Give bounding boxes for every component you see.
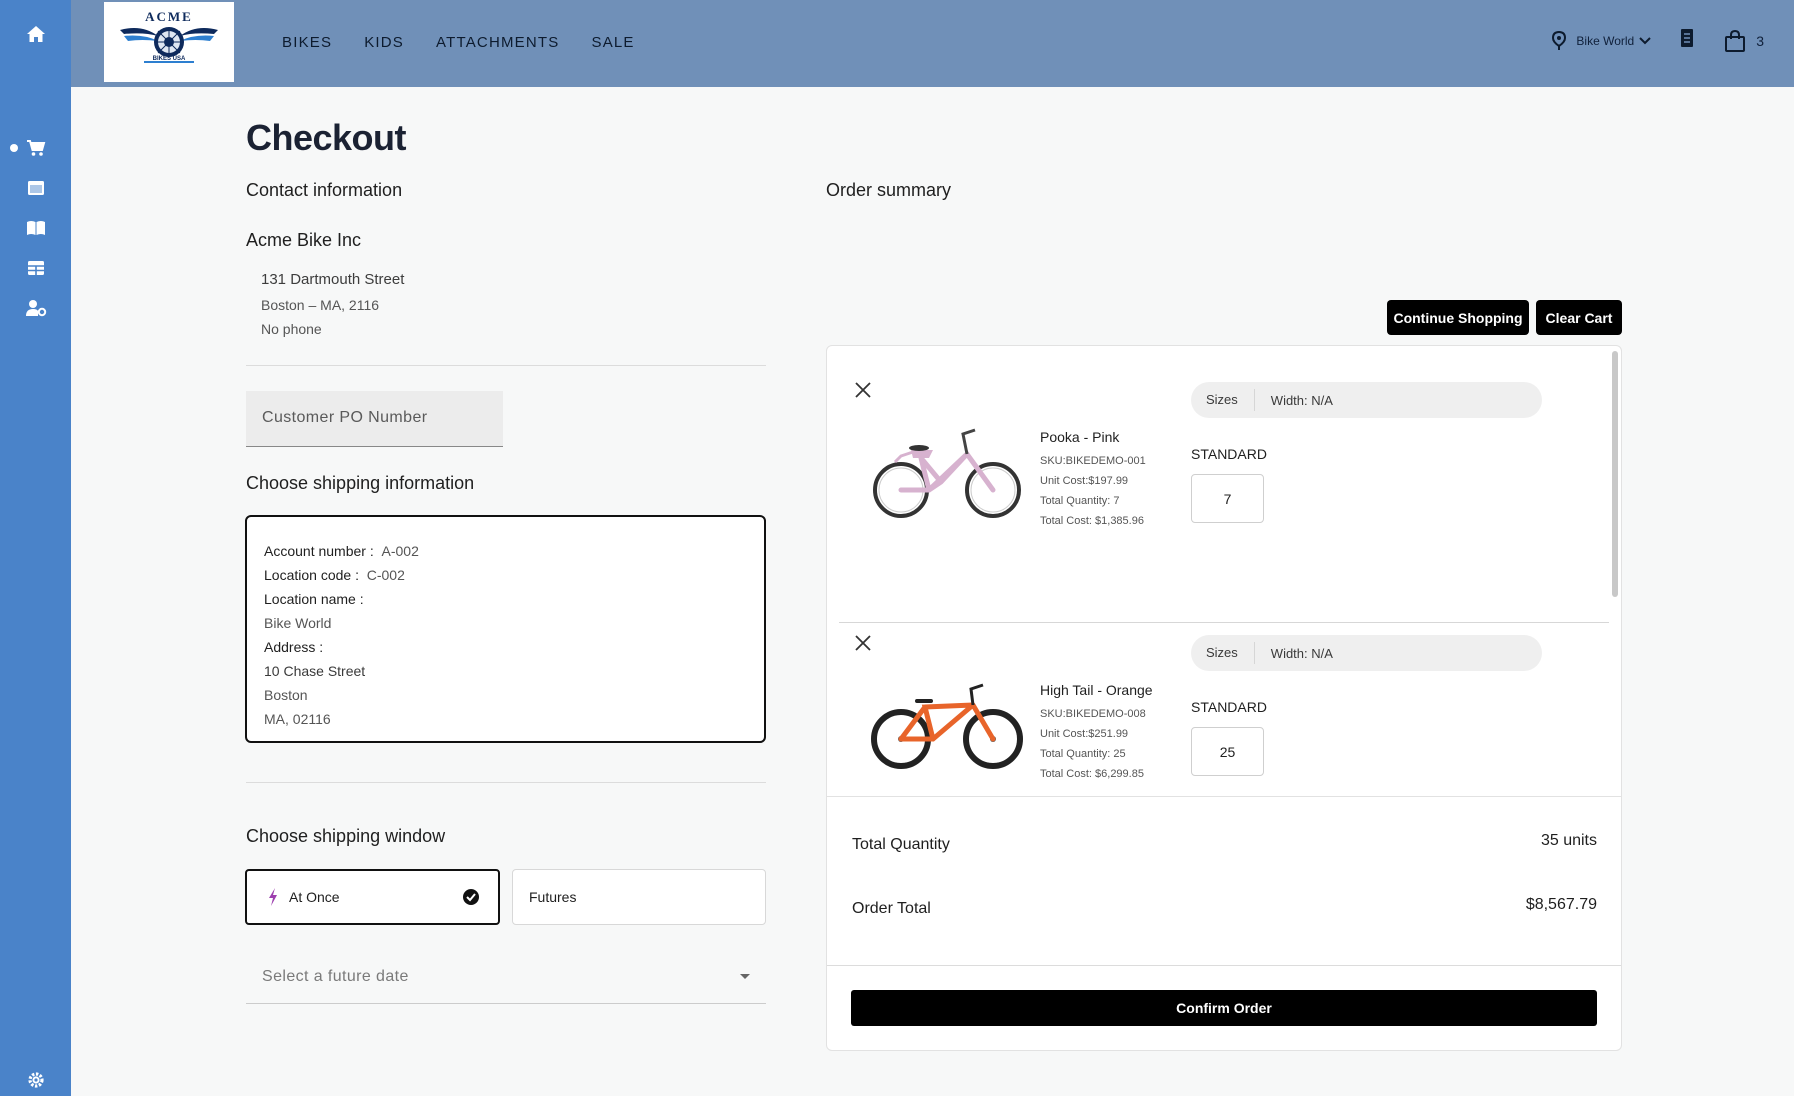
clear-cart-button[interactable]: Clear Cart	[1536, 300, 1622, 335]
size-name: STANDARD	[1191, 699, 1267, 715]
settings-icon[interactable]	[24, 1068, 48, 1092]
divider	[246, 782, 766, 783]
address-line-2: Boston	[264, 687, 308, 703]
total-quantity-value: 35 units	[1540, 832, 1597, 849]
sizes-label: Sizes	[1191, 389, 1255, 411]
bike-image	[871, 683, 1023, 769]
checkout-main: Checkout Contact information Acme Bike I…	[71, 87, 1794, 1096]
contact-heading: Contact information	[246, 180, 403, 200]
browser-icon[interactable]	[24, 176, 48, 200]
item-info: High Tail - Orange SKU:BIKEDEMO-008 Unit…	[1040, 682, 1153, 784]
item-sku: SKU:BIKEDEMO-008	[1040, 708, 1146, 720]
sidebar	[0, 0, 71, 1096]
order-total-value: $8,567.79	[1525, 896, 1597, 913]
item-total-quantity: Total Quantity: 25	[1040, 748, 1126, 760]
futures-label: Futures	[529, 889, 577, 905]
item-unit-cost: Unit Cost:$197.99	[1040, 475, 1129, 487]
chevron-down-icon	[1639, 36, 1651, 44]
top-bar: ACME BIKES USA BIKES KIDS ATTACHMENTS SA…	[71, 0, 1794, 87]
scrollbar[interactable]	[1612, 351, 1618, 597]
at-once-label: At Once	[289, 889, 340, 905]
cart-item: Sizes Width: N/A High Tail - Orange SKU:…	[839, 599, 1609, 796]
item-info: Pooka - Pink SKU:BIKEDEMO-001 Unit Cost:…	[1040, 429, 1146, 531]
remove-item-icon[interactable]	[853, 633, 873, 653]
remove-item-icon[interactable]	[853, 380, 873, 400]
item-total-quantity: Total Quantity: 7	[1040, 495, 1120, 507]
address-line-1: 10 Chase Street	[264, 663, 366, 679]
contact-phone: No phone	[261, 321, 322, 337]
nav-attachments[interactable]: ATTACHMENTS	[436, 34, 559, 51]
nav-bikes[interactable]: BIKES	[282, 34, 332, 51]
sizes-bar: Sizes Width: N/A	[1191, 635, 1542, 671]
future-date-select[interactable]: Select a future date	[246, 950, 766, 1004]
location-name-value: Bike World	[264, 615, 332, 631]
cart-count-badge: 3	[1756, 32, 1764, 49]
width-value: Width: N/A	[1270, 645, 1333, 661]
user-settings-icon[interactable]	[24, 296, 48, 320]
location-selector[interactable]: Bike World	[1552, 30, 1652, 51]
table-icon[interactable]	[24, 256, 48, 280]
shipping-heading: Choose shipping information	[246, 473, 475, 493]
location-pin-icon	[1552, 30, 1567, 50]
contact-street: 131 Dartmouth Street	[261, 271, 405, 288]
page-title: Checkout	[246, 117, 407, 158]
at-once-option[interactable]: At Once	[245, 869, 500, 925]
futures-option[interactable]: Futures	[512, 869, 766, 925]
sizes-bar: Sizes Width: N/A	[1191, 382, 1542, 418]
location-name-label: Location name :	[264, 591, 364, 607]
catalog-icon[interactable]	[24, 216, 48, 240]
account-value: A-002	[381, 543, 419, 559]
logo-top-text: ACME	[145, 9, 193, 24]
logo-bottom-text: BIKES USA	[152, 56, 186, 62]
cart-item: Sizes Width: N/A Pooka - Pink SKU:BIKEDE…	[839, 346, 1609, 599]
item-unit-cost: Unit Cost:$251.99	[1040, 728, 1129, 740]
cart-bag-icon[interactable]: 3	[1724, 29, 1764, 52]
company-name: Acme Bike Inc	[246, 230, 362, 250]
size-name: STANDARD	[1191, 446, 1267, 462]
lightning-icon	[269, 888, 277, 906]
dropdown-caret-icon	[740, 974, 750, 979]
location-name: Bike World	[1576, 33, 1635, 48]
item-total-cost: Total Cost: $6,299.85	[1040, 768, 1144, 780]
summary-heading: Order summary	[826, 180, 952, 200]
cart-items-list[interactable]: Sizes Width: N/A Pooka - Pink SKU:BIKEDE…	[827, 346, 1621, 797]
divider	[246, 365, 766, 366]
order-total-label: Order Total	[852, 900, 931, 917]
address-line-3: MA, 02116	[264, 711, 331, 727]
header-actions: Bike World 3	[1552, 28, 1764, 53]
cart-icon[interactable]	[24, 136, 48, 160]
main-nav: BIKES KIDS ATTACHMENTS SALE	[282, 34, 667, 51]
item-name: Pooka - Pink	[1040, 429, 1120, 445]
width-value: Width: N/A	[1270, 392, 1333, 408]
nav-kids[interactable]: KIDS	[364, 34, 404, 51]
confirm-order-button[interactable]: Confirm Order	[851, 990, 1597, 1026]
sizes-label: Sizes	[1191, 642, 1255, 664]
item-name: High Tail - Orange	[1040, 682, 1153, 698]
location-code-value: C-002	[366, 567, 405, 583]
customer-po-input[interactable]: Customer PO Number	[246, 391, 503, 447]
item-total-cost: Total Cost: $1,385.96	[1040, 515, 1144, 527]
contact-city: Boston – MA, 2116	[261, 297, 380, 313]
continue-shopping-button[interactable]: Continue Shopping	[1387, 300, 1529, 335]
divider	[827, 965, 1621, 966]
window-heading: Choose shipping window	[246, 826, 446, 846]
quantity-input[interactable]: 7	[1191, 474, 1264, 523]
receipt-icon[interactable]	[1680, 28, 1694, 53]
item-sku: SKU:BIKEDEMO-001	[1040, 455, 1146, 467]
check-circle-icon	[463, 889, 479, 905]
address-label: Address :	[264, 639, 324, 655]
location-code-label: Location code :	[264, 567, 359, 583]
order-summary-card: Sizes Width: N/A Pooka - Pink SKU:BIKEDE…	[826, 345, 1622, 1051]
bike-image	[873, 428, 1021, 518]
account-label: Account number :	[264, 543, 374, 559]
nav-sale[interactable]: SALE	[591, 34, 634, 51]
po-placeholder: Customer PO Number	[262, 409, 428, 426]
total-quantity-label: Total Quantity	[852, 836, 950, 853]
date-placeholder: Select a future date	[262, 968, 409, 985]
shipping-address-card[interactable]: Account number : A-002 Location code : C…	[245, 515, 766, 743]
active-indicator	[10, 144, 18, 152]
brand-logo[interactable]: ACME BIKES USA	[104, 2, 234, 82]
quantity-input[interactable]: 25	[1191, 727, 1264, 776]
home-icon[interactable]	[24, 22, 48, 46]
